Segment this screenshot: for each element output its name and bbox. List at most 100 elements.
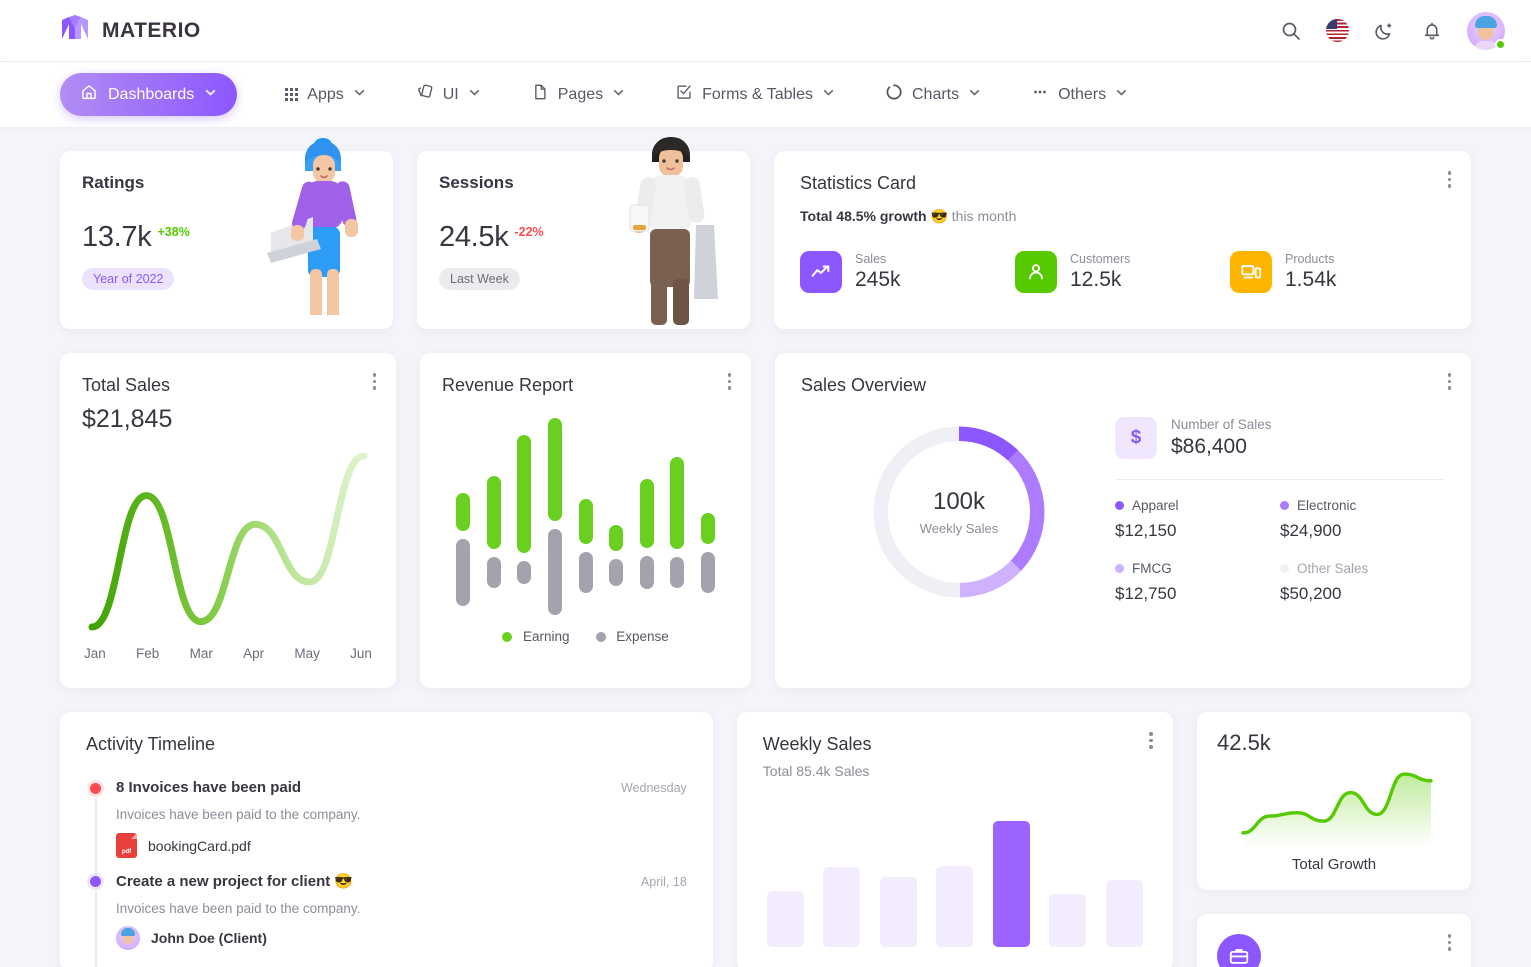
legend-item-apparel: Apparel $12,150 (1115, 498, 1280, 541)
chevron-down-icon (353, 86, 366, 104)
man-with-coffee-illustration (614, 129, 744, 329)
activity-timeline-card: Activity Timeline 8 Invoices have been p… (60, 712, 713, 967)
nav-label-charts: Charts (911, 85, 960, 103)
bar-fr (992, 821, 1030, 947)
bar-group (547, 404, 562, 616)
nav-item-ui[interactable]: UI (402, 75, 495, 114)
nav-label-apps: Apps (307, 85, 344, 103)
topbar-actions (1278, 11, 1506, 50)
sales-overview-menu-button[interactable] (1446, 371, 1454, 392)
activity-timeline-list: 8 Invoices have been paid Wednesday Invo… (86, 779, 687, 967)
weekly-sales-subtitle: Total 85.4k Sales (762, 763, 870, 779)
total-sales-menu-button[interactable] (371, 371, 379, 392)
revenue-report-menu-button[interactable] (726, 371, 734, 392)
x-tick-label-4: May (294, 646, 320, 661)
nav-item-forms-tables[interactable]: Forms & Tables (661, 75, 849, 114)
nav-item-others[interactable]: Others (1017, 75, 1142, 114)
statistics-card-menu-button[interactable] (1446, 169, 1454, 190)
list-item: Create a new project for client 😎 April,… (86, 872, 687, 967)
nav-label-forms-tables: Forms & Tables (702, 85, 813, 103)
number-of-sales-label: Number of Sales (1171, 416, 1272, 432)
ratings-chip: Year of 2022 (82, 268, 175, 290)
bar-mo (766, 891, 804, 947)
row-charts: Total Sales $21,845 Jan Feb Mar Apr May … (60, 353, 1471, 688)
bar-expense (578, 551, 593, 594)
bar-expense (456, 539, 470, 606)
bar-su (1105, 879, 1143, 947)
legend-dot-electronic (1280, 500, 1289, 510)
legend-label-earning: Earning (522, 629, 570, 644)
briefcase-icon (1216, 934, 1261, 967)
moon-icon[interactable] (1371, 18, 1397, 44)
statistics-subtitle: Total 48.5% growth 😎 this month (800, 208, 1445, 225)
bar-expense (517, 561, 532, 584)
timeline-item-desc: Invoices have been paid to the company. (116, 807, 361, 822)
weekly-sales-menu-button[interactable] (1147, 730, 1155, 751)
total-growth-label: Total Growth (1291, 856, 1377, 873)
chevron-down-icon (822, 86, 835, 104)
bottom-card-menu-button[interactable] (1446, 932, 1454, 953)
bar-expense (486, 557, 501, 588)
nav-item-apps[interactable]: Apps (271, 78, 379, 112)
total-sales-value: $21,845 (82, 405, 173, 433)
stat-item-sales: Sales 245k (800, 251, 1015, 293)
donut-center-label: Weekly Sales (919, 521, 999, 536)
chevron-down-icon (968, 86, 981, 104)
topbar: MATERIO (0, 0, 1531, 61)
nav-label-others: Others (1058, 85, 1107, 103)
total-sales-x-axis: Jan Feb Mar Apr May Jun (82, 646, 374, 661)
donut-center-value: 100k (932, 488, 986, 515)
layers-icon (416, 83, 434, 106)
sunglasses-emoji-icon: 😎 (930, 208, 948, 224)
legend-dot-earning (502, 632, 513, 642)
statistics-subtitle-bold: Total 48.5% growth (800, 208, 927, 224)
legend-label-expense: Expense (616, 629, 669, 644)
bar-group (639, 430, 654, 590)
x-tick-label-5: Jun (350, 646, 372, 661)
weekly-sales-card: Weekly Sales Total 85.4k Sales (736, 712, 1173, 967)
right-column: 42.5k Total Growth (1196, 712, 1471, 967)
stat-label-customers: Customers (1070, 252, 1131, 266)
legend-item-other-sales: Other Sales $50,200 (1280, 561, 1445, 604)
person-name: John Doe (Client) (151, 930, 267, 946)
bar-earning (578, 498, 593, 544)
legend-value-other-sales: $50,200 (1280, 583, 1342, 603)
brand[interactable]: MATERIO (60, 15, 201, 46)
timeline-attachment[interactable]: pdf bookingCard.pdf (116, 833, 687, 858)
bar-earning (670, 457, 685, 550)
bar-we (879, 877, 917, 947)
legend-value-apparel: $12,150 (1115, 520, 1177, 540)
x-tick-label-2: Mar (189, 646, 213, 661)
legend-expense: Expense (595, 629, 669, 644)
dashboard-page: MATERIO Dashboards Apps UI Pages Forms &… (0, 0, 1531, 967)
bar-group (701, 426, 715, 594)
nav-item-charts[interactable]: Charts (871, 75, 995, 114)
checkbox-icon (675, 83, 693, 106)
nav-label-pages: Pages (557, 85, 604, 103)
bell-icon[interactable] (1419, 18, 1445, 44)
sales-overview-donut-chart: 100k Weekly Sales (859, 412, 1059, 612)
x-tick-label-0: Jan (84, 646, 106, 661)
timeline-item-title: 8 Invoices have been paid (116, 779, 302, 796)
sales-overview-title: Sales Overview (801, 375, 927, 395)
file-icon (531, 83, 549, 106)
page-title: Statistics Card (800, 173, 917, 193)
bar-expense (639, 555, 654, 590)
sidebar-item-dashboards[interactable]: Dashboards (60, 73, 238, 116)
nav-item-pages[interactable]: Pages (517, 75, 639, 114)
timeline-person: John Doe (Client) (116, 926, 687, 950)
bar-tu (823, 867, 861, 947)
legend-item-electronic: Electronic $24,900 (1280, 498, 1445, 541)
timeline-item-date: Wednesday (620, 781, 687, 795)
bar-earning (547, 417, 562, 522)
legend-earning: Earning (502, 629, 570, 644)
flag-us-icon[interactable] (1326, 19, 1349, 42)
donut-icon (885, 83, 903, 106)
grid-icon (285, 88, 299, 101)
trending-up-icon (800, 251, 842, 293)
avatar[interactable] (1467, 11, 1506, 50)
search-icon[interactable] (1278, 18, 1304, 44)
brand-name: MATERIO (102, 18, 201, 42)
stat-value-products: 1.54k (1285, 268, 1337, 291)
dashboard-content: Ratings 13.7k +38% Year of 2022 Sessions… (0, 127, 1531, 967)
